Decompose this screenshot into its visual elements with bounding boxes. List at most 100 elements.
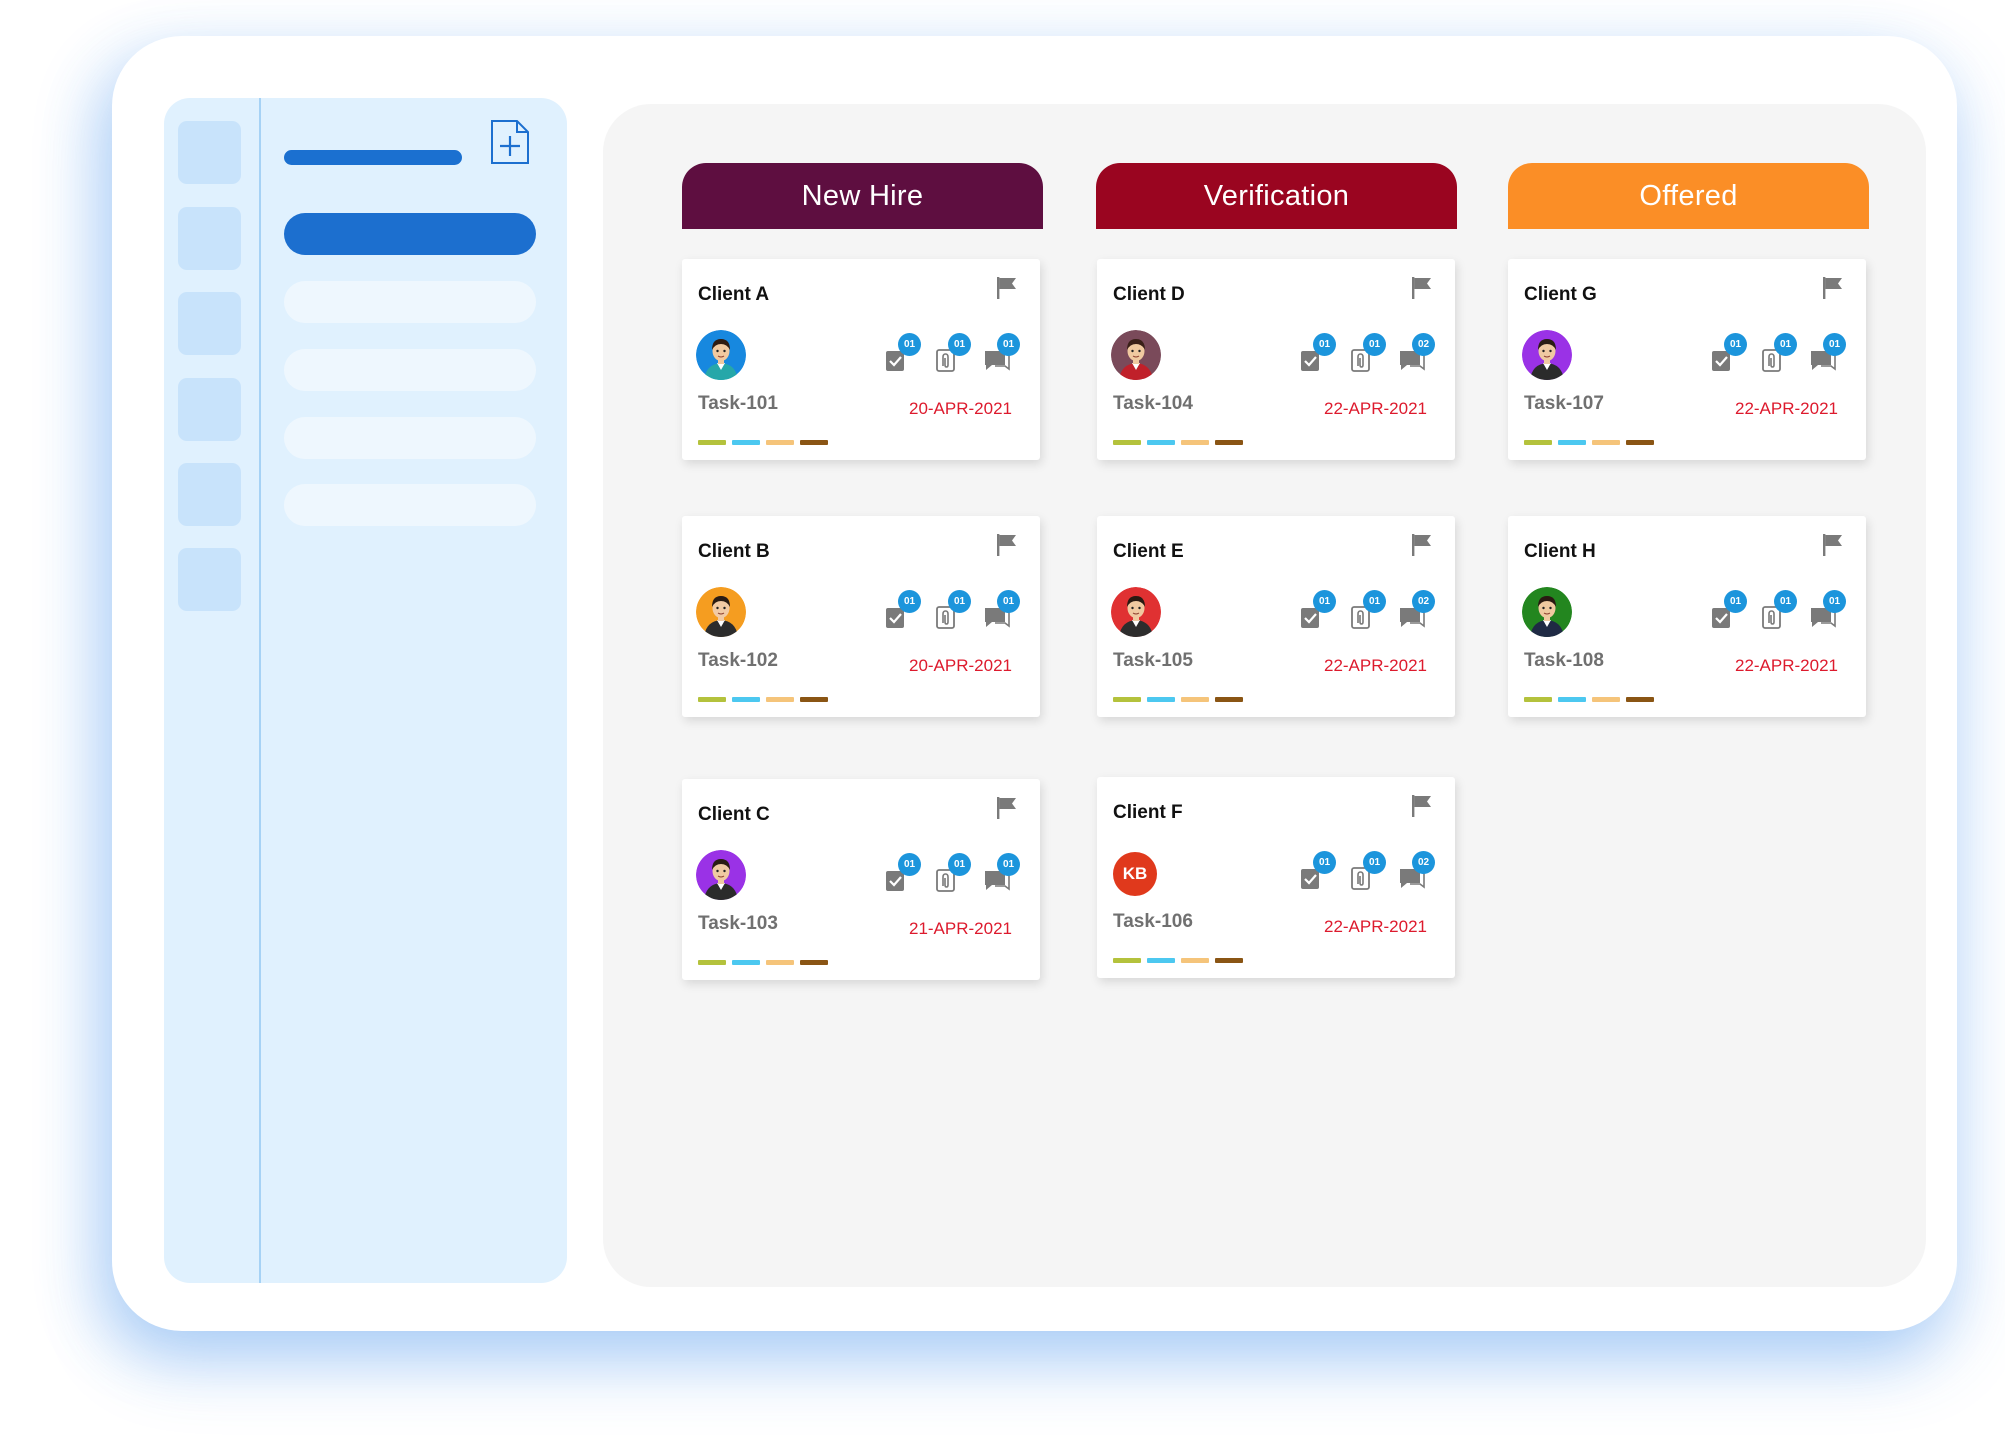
checklist-count-badge: 01 [898,333,921,356]
attachment-count-badge: 01 [1363,590,1386,613]
rail-item-3[interactable] [178,292,241,355]
label-tag-4 [800,960,828,965]
comment-icon[interactable]: 01 [983,333,1020,373]
label-tag-2 [732,440,760,445]
comment-icon[interactable]: 02 [1398,851,1435,891]
checklist-count-badge: 01 [898,853,921,876]
label-tag-1 [1524,440,1552,445]
attachment-count-badge: 01 [1363,851,1386,874]
comment-count-badge: 01 [997,333,1020,356]
flag-icon[interactable] [1411,794,1433,818]
rail-item-1[interactable] [178,121,241,184]
nav-item-3[interactable] [284,349,536,391]
label-tag-4 [800,440,828,445]
avatar [1522,587,1572,637]
flag-icon[interactable] [1822,276,1844,300]
label-strip [1113,697,1243,702]
label-tag-2 [732,960,760,965]
flag-icon[interactable] [1822,533,1844,557]
label-tag-2 [1147,697,1175,702]
checklist-icon[interactable]: 01 [884,853,921,893]
checklist-count-badge: 01 [898,590,921,613]
attachment-icon[interactable]: 01 [1760,333,1797,373]
label-tag-2 [1147,958,1175,963]
flag-icon[interactable] [996,533,1018,557]
checklist-icon[interactable]: 01 [1299,333,1336,373]
sidebar-divider [259,98,261,1283]
task-id: Task-101 [698,393,778,414]
comment-icon[interactable]: 01 [1809,333,1846,373]
due-date: 22-APR-2021 [1323,399,1427,418]
task-card[interactable]: Client E 01 01 02 Task-105 22-APR-2021 [1097,516,1455,717]
comment-icon[interactable]: 02 [1398,333,1435,373]
nav-item-2[interactable] [284,281,536,323]
label-tag-3 [766,440,794,445]
task-card[interactable]: Client G 01 01 01 Task-107 22-APR-2021 [1508,259,1866,460]
file-plus-icon[interactable] [490,119,530,165]
checklist-icon[interactable]: 01 [1299,590,1336,630]
attachment-icon[interactable]: 01 [1760,590,1797,630]
rail-item-5[interactable] [178,463,241,526]
checklist-icon[interactable]: 01 [1710,590,1747,630]
attachment-count-badge: 01 [1774,590,1797,613]
avatar [1522,330,1572,380]
label-tag-3 [766,960,794,965]
client-name: Client B [698,541,770,562]
task-id: Task-103 [698,913,778,934]
label-strip [1524,697,1654,702]
checklist-icon[interactable]: 01 [884,333,921,373]
task-id: Task-105 [1113,650,1193,671]
comment-icon[interactable]: 01 [983,590,1020,630]
due-date: 22-APR-2021 [1323,656,1427,675]
label-tag-4 [1626,440,1654,445]
task-card[interactable]: Client H 01 01 01 Task-108 22-APR-2021 [1508,516,1866,717]
label-strip [1113,958,1243,963]
label-tag-4 [1215,697,1243,702]
flag-icon[interactable] [1411,533,1433,557]
avatar [1111,330,1161,380]
label-tag-2 [1558,697,1586,702]
checklist-icon[interactable]: 01 [1710,333,1747,373]
label-tag-1 [1113,697,1141,702]
task-card[interactable]: Client D 01 01 02 Task-104 22-APR-2021 [1097,259,1455,460]
attachment-icon[interactable]: 01 [934,853,971,893]
nav-item-4[interactable] [284,417,536,459]
label-tag-3 [766,697,794,702]
flag-icon[interactable] [996,276,1018,300]
task-card[interactable]: Client B 01 01 01 Task-102 20-APR-2021 [682,516,1040,717]
label-strip [698,440,828,445]
comment-icon[interactable]: 01 [983,853,1020,893]
task-card[interactable]: Client A 01 01 01 Task-101 20-APR-2021 [682,259,1040,460]
checklist-icon[interactable]: 01 [884,590,921,630]
attachment-icon[interactable]: 01 [1349,851,1386,891]
task-card[interactable]: Client F KB 01 01 02 Task-106 22-APR-2021 [1097,777,1455,978]
attachment-icon[interactable]: 01 [1349,333,1386,373]
attachment-icon[interactable]: 01 [934,590,971,630]
rail-item-4[interactable] [178,378,241,441]
client-name: Client F [1113,802,1183,823]
nav-item-1[interactable] [284,213,536,255]
client-name: Client G [1524,284,1597,305]
client-name: Client A [698,284,770,305]
attachment-icon[interactable]: 01 [934,333,971,373]
task-card[interactable]: Client C 01 01 01 Task-103 21-APR-2021 [682,779,1040,980]
checklist-count-badge: 01 [1313,851,1336,874]
label-tag-2 [732,697,760,702]
rail-item-2[interactable] [178,207,241,270]
avatar [1111,587,1161,637]
task-id: Task-104 [1113,393,1193,414]
comment-count-badge: 01 [1823,590,1846,613]
due-date: 21-APR-2021 [908,919,1012,938]
checklist-icon[interactable]: 01 [1299,851,1336,891]
flag-icon[interactable] [1411,276,1433,300]
rail-item-6[interactable] [178,548,241,611]
checklist-count-badge: 01 [1724,590,1747,613]
flag-icon[interactable] [996,796,1018,820]
attachment-icon[interactable]: 01 [1349,590,1386,630]
attachment-count-badge: 01 [948,590,971,613]
nav-item-5[interactable] [284,484,536,526]
comment-icon[interactable]: 01 [1809,590,1846,630]
column-header-2: Verification [1096,163,1457,229]
comment-icon[interactable]: 02 [1398,590,1435,630]
task-id: Task-108 [1524,650,1604,671]
